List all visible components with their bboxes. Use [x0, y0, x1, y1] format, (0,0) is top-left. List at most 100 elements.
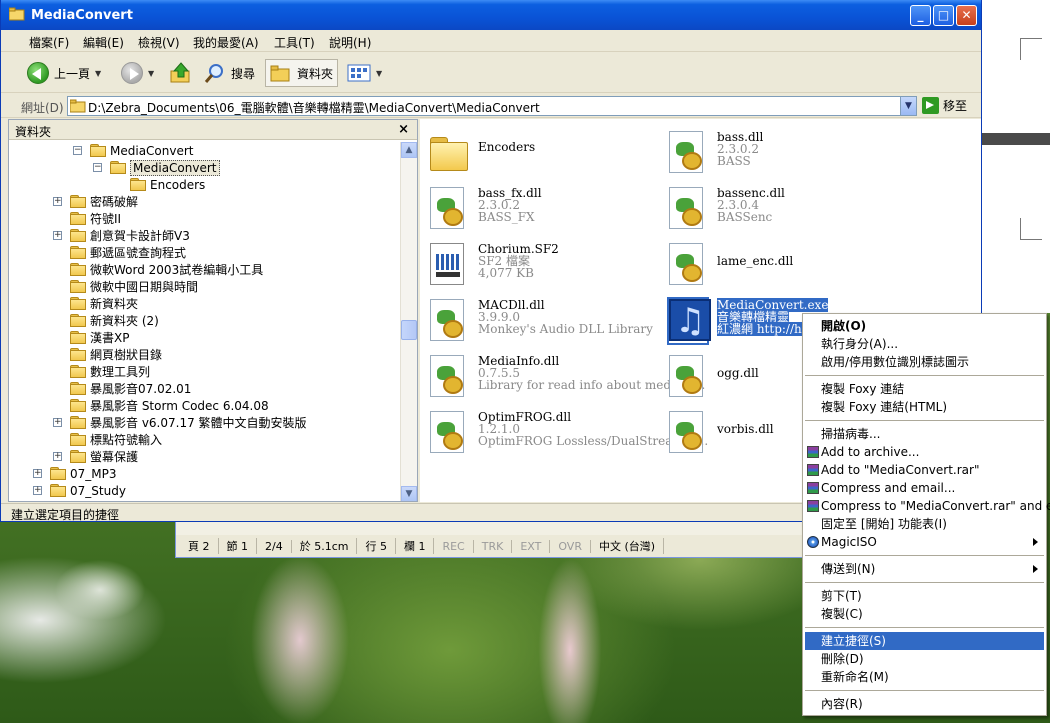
scroll-thumb[interactable]: [401, 320, 417, 340]
tree-scrollbar[interactable]: ▲ ▼: [400, 142, 417, 501]
file-item[interactable]: Encoders: [420, 125, 660, 179]
tree-node[interactable]: 網頁樹狀目錄: [53, 346, 162, 363]
tree-node[interactable]: 漢書XP: [53, 329, 129, 346]
collapse-icon[interactable]: −: [73, 146, 82, 155]
file-item[interactable]: Chorium.SF2 SF2 檔案 4,077 KB: [420, 237, 660, 291]
status-rec[interactable]: REC: [434, 539, 474, 553]
collapse-icon[interactable]: −: [93, 163, 102, 172]
tree-node[interactable]: 數理工具列: [53, 363, 150, 380]
folder-icon: [70, 399, 86, 412]
context-menu-item[interactable]: 開啟(O): [805, 317, 1044, 335]
context-menu-item[interactable]: 啟用/停用數位識別標誌圖示: [805, 353, 1044, 371]
folders-button[interactable]: 資料夾: [265, 59, 339, 87]
context-menu-item[interactable]: 掃描病毒...: [805, 425, 1044, 443]
tree-node[interactable]: 郵遞區號查詢程式: [53, 244, 186, 261]
tree-node[interactable]: 標點符號輸入: [53, 431, 162, 448]
tree-node[interactable]: +07_Study: [33, 482, 126, 499]
dll-icon: [430, 355, 464, 397]
folder-icon: [130, 178, 146, 191]
folder-icon: [70, 212, 86, 225]
tree-node[interactable]: Encoders: [113, 176, 205, 193]
file-item[interactable]: bassenc.dll 2.3.0.4 BASSenc: [659, 181, 899, 235]
menu-bar: 檔案(F) 編輯(E) 檢視(V) 我的最愛(A) 工具(T) 說明(H): [1, 30, 981, 77]
minimize-button[interactable]: _: [910, 5, 931, 26]
tree-node[interactable]: 微軟中國日期與時間: [53, 278, 198, 295]
up-folder-button[interactable]: [169, 59, 193, 87]
context-menu-item[interactable]: 複製 Foxy 連結: [805, 380, 1044, 398]
chevron-down-icon[interactable]: ▼: [95, 69, 101, 78]
status-ext[interactable]: EXT: [512, 539, 551, 553]
tree-node[interactable]: 新資料夾: [53, 295, 138, 312]
file-item[interactable]: bass_fx.dll 2.3.0.2 BASS_FX: [420, 181, 660, 235]
folder-icon: [110, 161, 126, 174]
expand-icon[interactable]: +: [53, 197, 62, 206]
search-label: 搜尋: [231, 66, 256, 81]
menu-edit[interactable]: 編輯(E): [83, 34, 124, 51]
menu-view[interactable]: 檢視(V): [138, 34, 180, 51]
tree-node[interactable]: + 暴風影音 v6.07.17 繁體中文自動安裝版: [53, 414, 307, 431]
file-description: BASS_FX: [478, 210, 535, 224]
tree-node-label: 新資料夾 (2): [90, 314, 159, 328]
context-menu-item[interactable]: 內容(R): [805, 695, 1044, 713]
status-ovr[interactable]: OVR: [550, 539, 591, 553]
context-menu-item[interactable]: MagicISO: [805, 533, 1044, 551]
scroll-up-button[interactable]: ▲: [401, 142, 417, 158]
go-button[interactable]: 移至: [922, 97, 967, 114]
views-button[interactable]: ▼: [347, 59, 382, 87]
context-menu-item[interactable]: Add to "MediaConvert.rar": [805, 461, 1044, 479]
file-item[interactable]: bass.dll 2.3.0.2 BASS: [659, 125, 899, 179]
context-menu-item[interactable]: 傳送到(N): [805, 560, 1044, 578]
chevron-down-icon[interactable]: ▼: [148, 69, 154, 78]
file-item[interactable]: OptimFROG.dll 1.2.1.0 OptimFROG Lossless/D…: [420, 405, 708, 459]
context-menu-item[interactable]: 複製(C): [805, 605, 1044, 623]
tree-node[interactable]: 符號II: [53, 210, 121, 227]
tree-node[interactable]: 暴風影音07.02.01: [53, 380, 191, 397]
search-button[interactable]: 搜尋: [204, 59, 255, 87]
context-menu-item[interactable]: 建立捷徑(S): [805, 632, 1044, 650]
maximize-button[interactable]: □: [933, 5, 954, 26]
menu-file[interactable]: 檔案(F): [29, 34, 69, 51]
tree-node[interactable]: − MediaConvert: [93, 159, 220, 176]
file-item[interactable]: MACDll.dll 3.9.9.0 Monkey's Audio DLL Libr…: [420, 293, 660, 347]
context-menu-item[interactable]: 固定至 [開始] 功能表(I): [805, 515, 1044, 533]
context-menu-item[interactable]: 剪下(T): [805, 587, 1044, 605]
close-button[interactable]: ✕: [956, 5, 977, 26]
address-input[interactable]: D:\Zebra_Documents\06_電腦軟體\音樂轉檔精靈\MediaC…: [67, 96, 917, 116]
file-item[interactable]: lame_enc.dll: [659, 237, 899, 291]
context-menu-item[interactable]: 重新命名(M): [805, 668, 1044, 686]
expand-icon[interactable]: +: [53, 231, 62, 240]
context-menu-item[interactable]: 執行身分(A)...: [805, 335, 1044, 353]
expand-icon[interactable]: +: [33, 486, 42, 495]
context-menu-item[interactable]: Compress to "MediaConvert.rar" and email: [805, 497, 1050, 515]
context-menu-label: Compress and email...: [821, 481, 956, 495]
context-menu-item[interactable]: 刪除(D): [805, 650, 1044, 668]
context-menu-item[interactable]: 複製 Foxy 連結(HTML): [805, 398, 1044, 416]
tree-node[interactable]: + 密碼破解: [53, 193, 138, 210]
expand-icon[interactable]: +: [53, 418, 62, 427]
context-menu-label: 複製 Foxy 連結: [821, 382, 905, 396]
scroll-down-button[interactable]: ▼: [401, 486, 417, 501]
context-menu-item[interactable]: Add to archive...: [805, 443, 1044, 461]
context-menu-item[interactable]: Compress and email...: [805, 479, 1044, 497]
expand-icon[interactable]: +: [53, 452, 62, 461]
winrar-icon: [807, 482, 819, 494]
title-bar[interactable]: MediaConvert _ □ ✕: [1, 0, 981, 30]
tree-node[interactable]: 暴風影音 Storm Codec 6.04.08: [53, 397, 269, 414]
close-pane-button[interactable]: ×: [398, 122, 409, 137]
tree-node[interactable]: 微軟Word 2003試卷編輯小工具: [53, 261, 263, 278]
status-trk[interactable]: TRK: [474, 539, 513, 553]
forward-button[interactable]: ▼: [121, 59, 154, 87]
expand-icon[interactable]: +: [33, 469, 42, 478]
tree-node[interactable]: + 創意賀卡設計師V3: [53, 227, 190, 244]
tree-node[interactable]: + 螢幕保護: [53, 448, 138, 465]
file-item[interactable]: MediaInfo.dll 0.7.5.5 Library for read inf…: [420, 349, 705, 403]
tree-node[interactable]: 新資料夾 (2): [53, 312, 159, 329]
menu-favorites[interactable]: 我的最愛(A): [193, 34, 259, 51]
tree-node[interactable]: − MediaConvert: [73, 142, 194, 159]
chevron-down-icon[interactable]: ▼: [376, 69, 382, 78]
menu-tools[interactable]: 工具(T): [274, 34, 315, 51]
back-button[interactable]: 上一頁 ▼: [27, 59, 101, 87]
tree-node[interactable]: +07_MP3: [33, 465, 117, 482]
address-dropdown-button[interactable]: ▼: [900, 97, 916, 115]
menu-help[interactable]: 說明(H): [329, 34, 371, 51]
